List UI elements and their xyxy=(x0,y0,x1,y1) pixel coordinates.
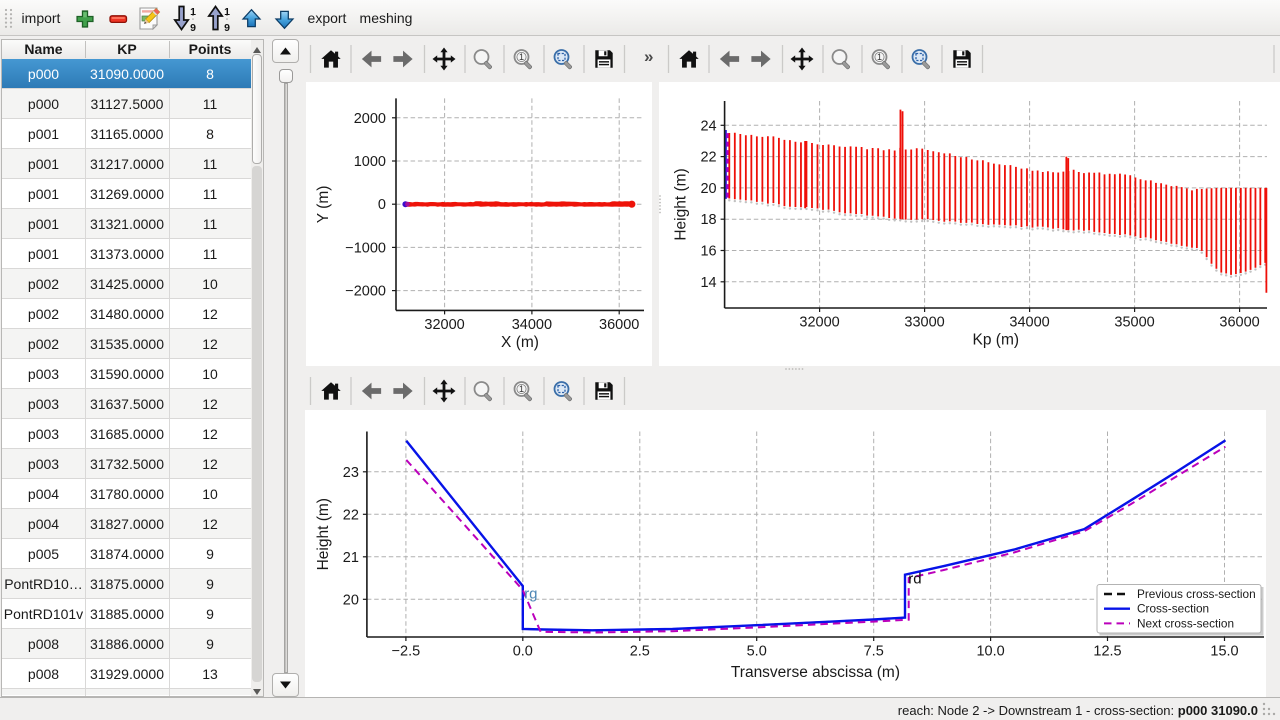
svg-text:20: 20 xyxy=(343,592,359,608)
svg-text:36000: 36000 xyxy=(599,317,639,333)
svg-text:35000: 35000 xyxy=(1114,315,1154,331)
svg-text:10.0: 10.0 xyxy=(976,644,1004,660)
svg-text:Kp (m): Kp (m) xyxy=(973,332,1020,349)
svg-text:2000: 2000 xyxy=(354,111,386,127)
svg-text:7.5: 7.5 xyxy=(864,644,884,660)
svg-text:1: 1 xyxy=(877,52,882,62)
svg-text:23: 23 xyxy=(343,465,359,481)
svg-text:Height (m): Height (m) xyxy=(315,498,332,570)
svg-text:1: 1 xyxy=(519,52,524,62)
svg-text:16: 16 xyxy=(700,244,716,260)
svg-text:1: 1 xyxy=(519,384,524,394)
svg-text:0: 0 xyxy=(378,197,386,213)
svg-text:33000: 33000 xyxy=(904,315,944,331)
svg-text:34000: 34000 xyxy=(512,317,552,333)
svg-text:rg: rg xyxy=(524,586,537,603)
svg-text:32000: 32000 xyxy=(799,315,839,331)
svg-text:Y (m): Y (m) xyxy=(315,186,332,224)
svg-text:Previous cross-section: Previous cross-section xyxy=(1137,587,1256,601)
svg-text:rd: rd xyxy=(908,571,921,588)
svg-text:5.0: 5.0 xyxy=(747,644,767,660)
svg-text:−2.5: −2.5 xyxy=(392,644,421,660)
svg-text:0.0: 0.0 xyxy=(513,644,533,660)
svg-text:12.5: 12.5 xyxy=(1093,644,1121,660)
svg-text:X (m): X (m) xyxy=(501,334,539,351)
svg-text:24: 24 xyxy=(700,118,716,134)
svg-text:Transverse abscissa (m): Transverse abscissa (m) xyxy=(731,664,900,681)
svg-text:22: 22 xyxy=(700,150,716,166)
svg-text:22: 22 xyxy=(343,507,359,523)
svg-text:Cross-section: Cross-section xyxy=(1137,602,1209,616)
svg-text:14: 14 xyxy=(700,275,716,291)
svg-text:Height (m): Height (m) xyxy=(673,168,690,240)
svg-text:36000: 36000 xyxy=(1219,315,1259,331)
svg-text:21: 21 xyxy=(343,550,359,566)
svg-text:1000: 1000 xyxy=(354,154,386,170)
svg-text:2.5: 2.5 xyxy=(630,644,650,660)
svg-text:20: 20 xyxy=(700,181,716,197)
svg-text:−1000: −1000 xyxy=(345,240,386,256)
svg-text:32000: 32000 xyxy=(424,317,464,333)
svg-text:Next cross-section: Next cross-section xyxy=(1137,616,1234,630)
svg-text:15.0: 15.0 xyxy=(1210,644,1238,660)
svg-text:34000: 34000 xyxy=(1009,315,1049,331)
svg-text:18: 18 xyxy=(700,212,716,228)
svg-text:−2000: −2000 xyxy=(345,284,386,300)
